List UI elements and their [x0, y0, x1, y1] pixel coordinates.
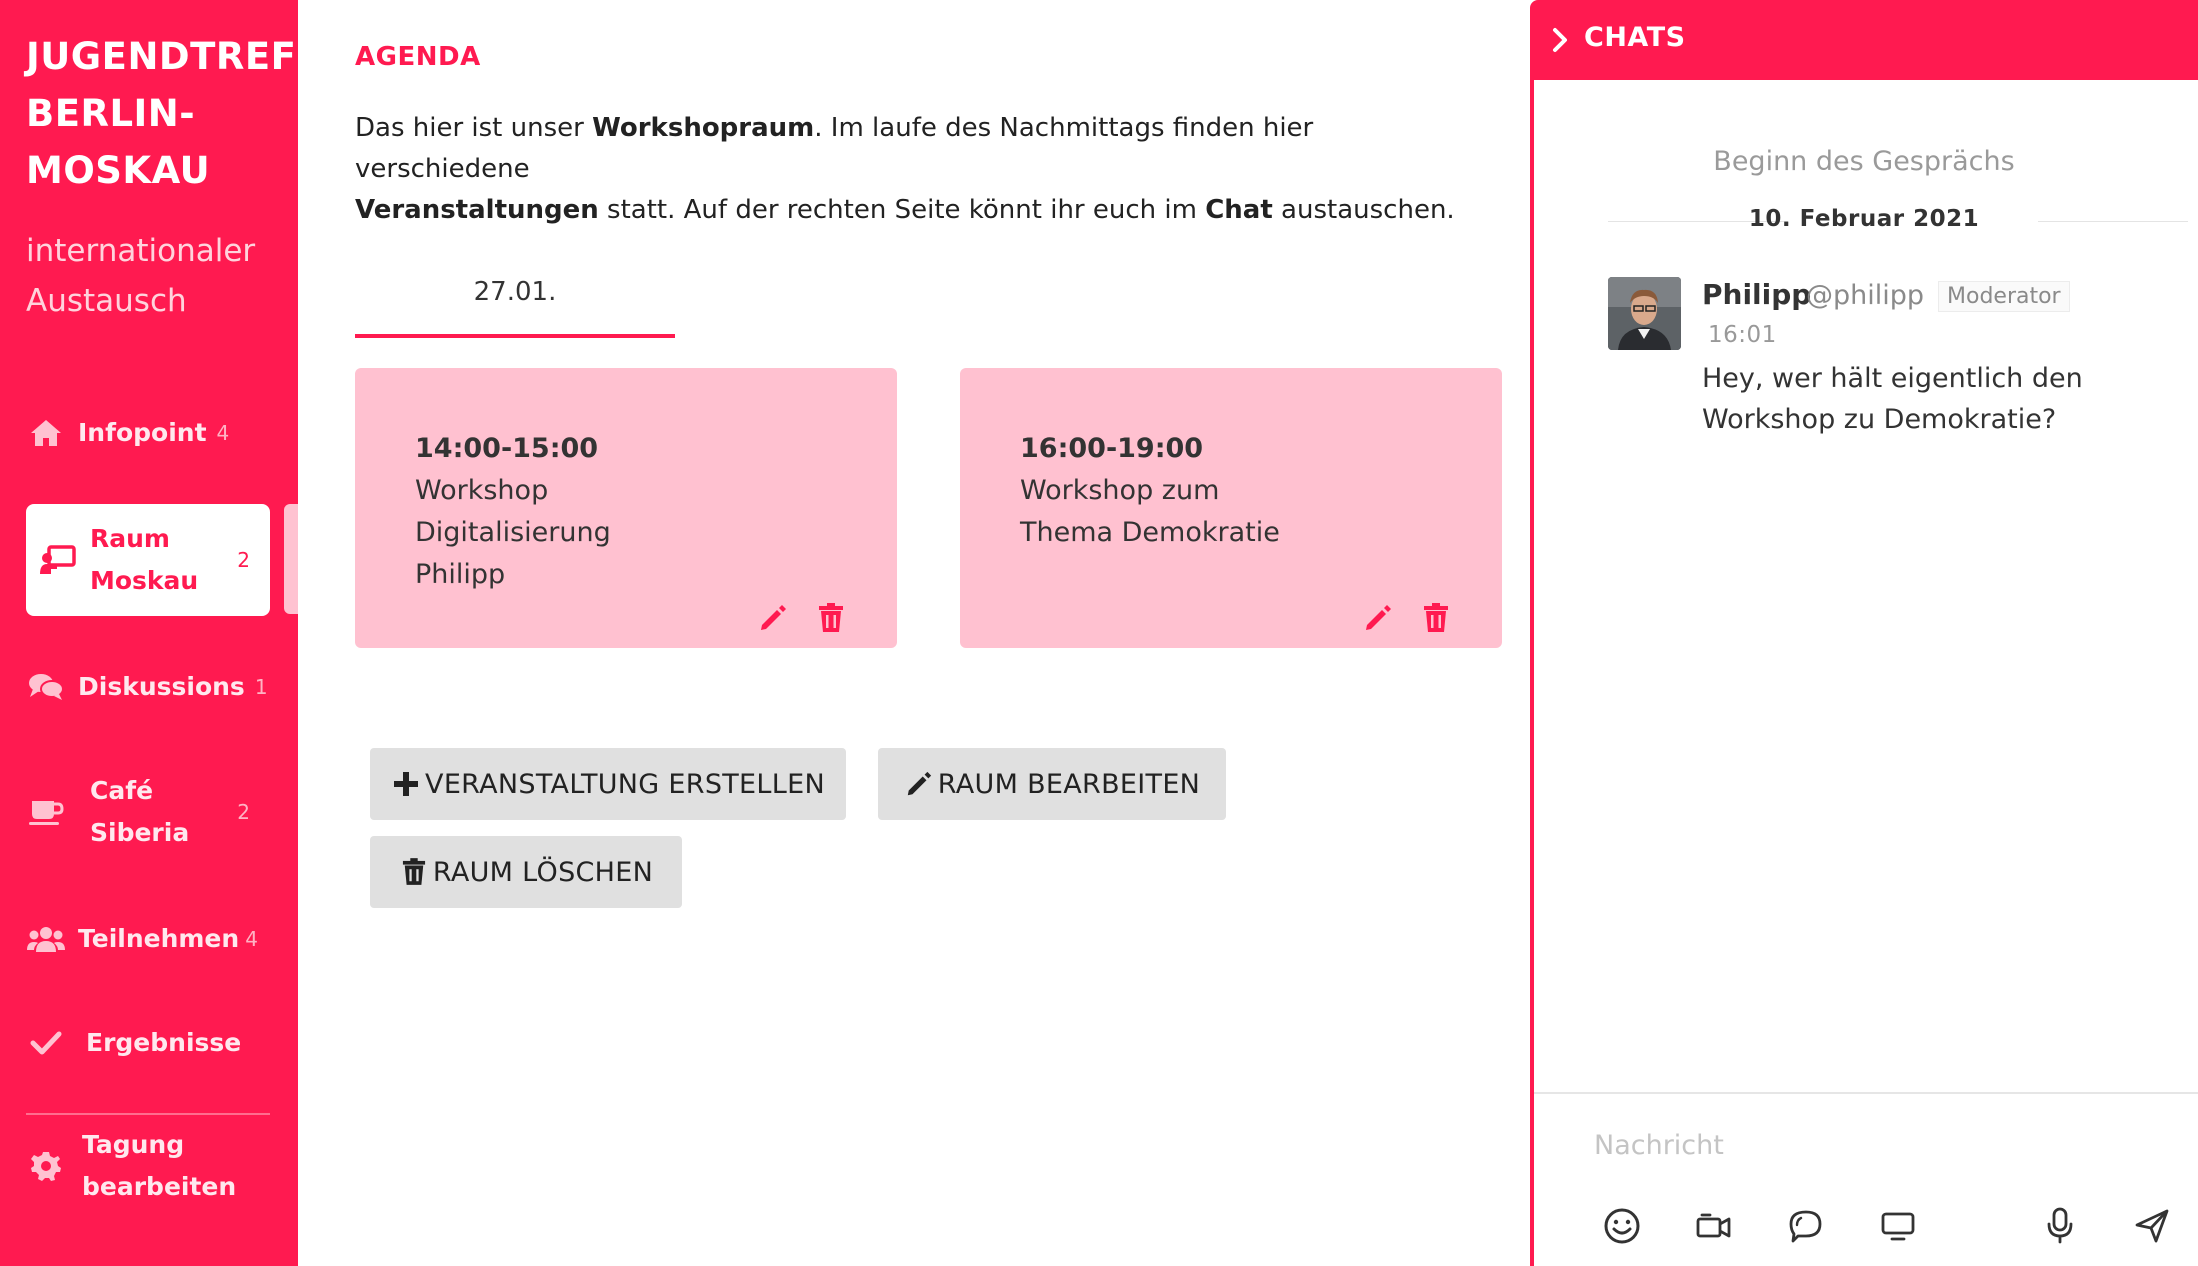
event-card[interactable]: 16:00-19:00 Workshop zum Thema Demokrati…: [960, 368, 1502, 648]
avatar[interactable]: [1608, 277, 1681, 350]
users-icon: [26, 919, 66, 959]
sidebar-item-raum-moskau[interactable]: Raum Moskau 2: [26, 504, 270, 616]
sidebar-item-count: 4: [216, 421, 230, 445]
pencil-icon: [904, 769, 934, 799]
event-card[interactable]: 14:00-15:00 Workshop Digitalisierung Phi…: [355, 368, 897, 648]
plus-icon: [391, 769, 421, 799]
sidebar-item-count: 2: [237, 548, 250, 572]
event-time: 16:00-19:00: [1020, 433, 1204, 464]
sidebar-item-diskussions[interactable]: Diskussions 1: [26, 666, 270, 708]
trash-icon[interactable]: [1420, 602, 1452, 634]
message-text: Hey, wer hält eigentlich den Workshop zu…: [1702, 363, 2083, 435]
trash-icon: [399, 857, 429, 887]
delete-room-button[interactable]: RAUM LÖSCHEN: [370, 836, 682, 908]
chat-panel: CHATS Beginn des Gesprächs 10. Februar 2…: [1530, 0, 2198, 1266]
message-time: 16:01: [1708, 322, 1777, 348]
event-description: Workshop Digitalisierung Philipp: [415, 475, 611, 590]
sidebar-item-count: 2: [237, 800, 250, 824]
tab-date[interactable]: 27.01.: [355, 270, 675, 338]
chat-date: 10. Februar 2021: [1748, 206, 1980, 232]
event-description: Workshop zum Thema Demokratie: [1020, 475, 1280, 548]
sidebar-item-label: Raum Moskau: [90, 524, 199, 595]
delete-room-label: RAUM LÖSCHEN: [432, 856, 654, 888]
sidebar-item-label: Infopoint: [78, 418, 207, 447]
app-subtitle: internationaler Austausch: [26, 233, 256, 319]
message-input[interactable]: Nachricht: [1594, 1130, 1724, 1161]
video-camera-icon[interactable]: [1692, 1204, 1736, 1248]
main-content: AGENDA Das hier ist unser Workshopraum. …: [298, 0, 1530, 1266]
sidebar-item-label: Tagung bearbeiten: [82, 1130, 237, 1201]
page-title: AGENDA: [355, 42, 481, 72]
gear-icon: [26, 1146, 66, 1186]
sidebar-item-teilnehmen[interactable]: Teilnehmen 4: [26, 918, 270, 960]
app-title: JUGENDTREFF BERLIN- MOSKAU: [26, 35, 323, 192]
conversation-start-label: Beginn des Gesprächs: [1713, 146, 2015, 177]
sidebar-divider: [26, 1113, 270, 1115]
create-event-label: VERANSTALTUNG ERSTELLEN: [425, 768, 825, 800]
sidebar-item-count: 4: [245, 927, 258, 951]
chat-header[interactable]: CHATS: [1530, 0, 2198, 80]
chat-title: CHATS: [1584, 22, 1686, 53]
sidebar-item-label: Café Siberia: [90, 776, 190, 847]
active-indicator: [284, 504, 298, 614]
comments-icon: [26, 667, 66, 707]
event-time: 14:00-15:00: [415, 433, 599, 464]
input-divider: [1534, 1092, 2198, 1094]
trash-icon[interactable]: [815, 602, 847, 634]
sidebar-item-cafe-siberia[interactable]: Café Siberia 2: [26, 770, 270, 854]
sidebar: JUGENDTREFF BERLIN- MOSKAU international…: [0, 0, 323, 1266]
home-icon: [26, 413, 66, 453]
sidebar-item-label: Diskussions: [78, 672, 245, 701]
discussion-icon[interactable]: [1784, 1204, 1828, 1248]
coffee-cup-icon: [26, 792, 66, 832]
emoji-icon[interactable]: [1600, 1204, 1644, 1248]
pencil-icon[interactable]: [757, 602, 789, 634]
message-handle: @philipp: [1806, 280, 1925, 311]
presentation-icon: [38, 540, 78, 580]
edit-room-label: RAUM BEARBEITEN: [937, 768, 1201, 800]
sidebar-item-count: 1: [254, 675, 268, 699]
chevron-right-icon[interactable]: [1544, 24, 1576, 56]
sidebar-item-label: Ergebnisse: [86, 1028, 242, 1057]
edit-room-button[interactable]: RAUM BEARBEITEN: [878, 748, 1226, 820]
pencil-icon[interactable]: [1362, 602, 1394, 634]
sidebar-item-infopoint[interactable]: Infopoint 4: [26, 412, 270, 454]
sidebar-item-ergebnisse[interactable]: Ergebnisse: [26, 1022, 270, 1064]
screen-share-icon[interactable]: [1876, 1204, 1920, 1248]
checkmark-icon: [26, 1023, 66, 1063]
send-icon[interactable]: [2130, 1204, 2174, 1248]
sidebar-item-label: Teilnehmen: [78, 924, 240, 953]
create-event-button[interactable]: VERANSTALTUNG ERSTELLEN: [370, 748, 846, 820]
intro-text: Das hier ist unser Workshopraum. Im lauf…: [355, 113, 1455, 225]
microphone-icon[interactable]: [2038, 1204, 2082, 1248]
role-badge: Moderator: [1938, 281, 2070, 312]
sidebar-item-tagung-bearbeiten[interactable]: Tagung bearbeiten: [26, 1124, 270, 1208]
chat-panel-border: [1530, 80, 1534, 1266]
message-author[interactable]: Philipp: [1702, 278, 1811, 311]
